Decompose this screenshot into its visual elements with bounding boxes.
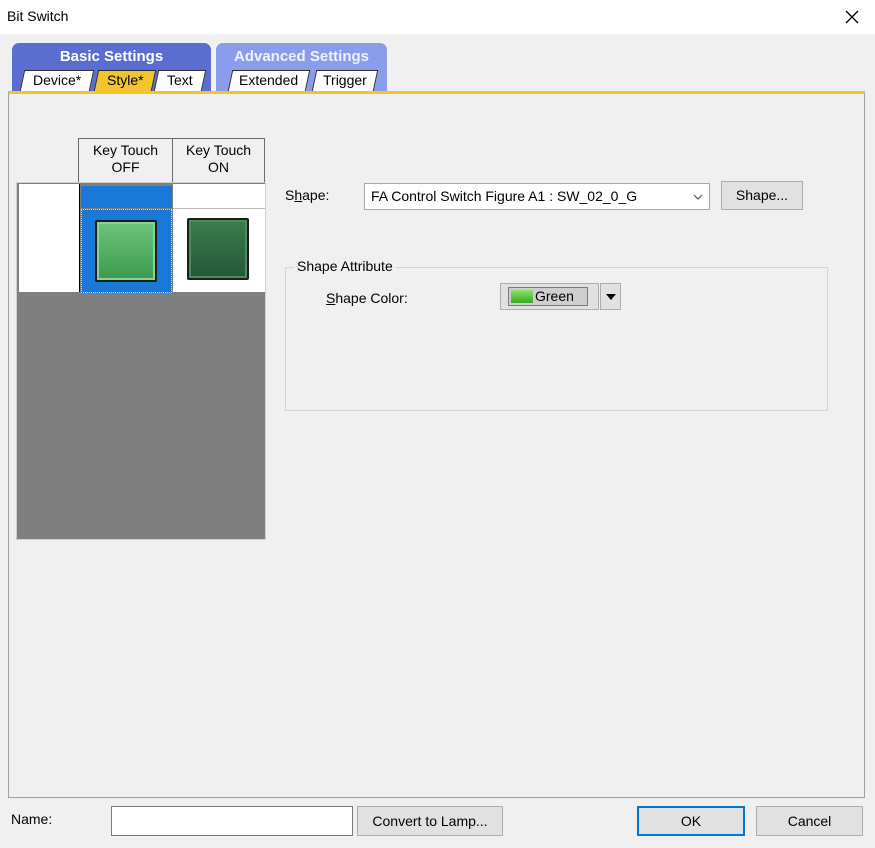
header-key-touch-off: Key Touch OFF <box>78 138 173 184</box>
tab-trigger[interactable]: Trigger <box>311 70 379 91</box>
tab-style[interactable]: Style* <box>93 70 157 91</box>
title-bar: Bit Switch <box>0 0 875 34</box>
tab-extended[interactable]: Extended <box>227 70 311 91</box>
advanced-settings-group: Advanced Settings Extended Trigger <box>216 43 387 91</box>
window-title: Bit Switch <box>7 8 69 24</box>
convert-to-lamp-button[interactable]: Convert to Lamp... <box>357 806 503 836</box>
basic-settings-group: Basic Settings Device* Style* Text <box>12 43 211 91</box>
basic-settings-label: Basic Settings <box>59 48 164 65</box>
row-divider <box>79 184 80 292</box>
name-input[interactable] <box>111 806 353 836</box>
state-preview: Key Touch OFF Key Touch ON <box>16 138 266 540</box>
chevron-down-icon <box>691 184 705 209</box>
ok-button[interactable]: OK <box>637 806 745 836</box>
shape-color-value: Green <box>535 288 574 304</box>
shape-select-value: FA Control Switch Figure A1 : SW_02_0_G <box>371 188 638 204</box>
off-state-cell[interactable] <box>81 209 172 293</box>
advanced-settings-label: Advanced Settings <box>233 48 370 65</box>
row-header-cell <box>19 184 79 292</box>
switch-on-preview[interactable] <box>187 218 249 280</box>
cancel-button[interactable]: Cancel <box>756 806 863 836</box>
shape-color-dropdown[interactable] <box>600 283 621 310</box>
close-button[interactable] <box>829 0 875 34</box>
off-state-header-highlight[interactable] <box>81 186 172 208</box>
preview-area <box>16 182 266 540</box>
header-key-touch-on: Key Touch ON <box>172 138 265 184</box>
shape-label: Shape: <box>285 187 330 203</box>
shape-color-label: Shape Color: <box>326 290 408 306</box>
close-icon <box>845 10 859 24</box>
caret-down-icon <box>605 293 616 300</box>
color-swatch <box>511 290 533 303</box>
shape-browse-button[interactable]: Shape... <box>721 181 803 210</box>
shape-select[interactable]: FA Control Switch Figure A1 : SW_02_0_G <box>364 183 710 210</box>
name-label: Name: <box>11 811 53 827</box>
shape-attribute-title: Shape Attribute <box>294 258 396 274</box>
tab-text[interactable]: Text <box>153 70 207 91</box>
shape-color-button[interactable]: Green <box>500 283 599 310</box>
tab-device[interactable]: Device* <box>19 70 95 91</box>
switch-off-preview <box>95 220 157 282</box>
